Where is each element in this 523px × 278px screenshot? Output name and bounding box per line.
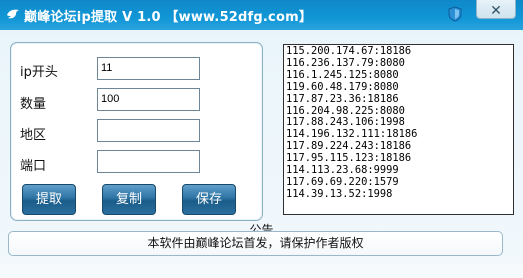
title-bar[interactable]: 巅峰论坛ip提取 V 1.0 【www.52dfg.com】 ✕ [0, 0, 523, 30]
output-line: 114.39.13.52:1998 [286, 187, 393, 200]
app-window: 巅峰论坛ip提取 V 1.0 【www.52dfg.com】 ✕ ip开头 11… [0, 0, 523, 278]
bird-icon [7, 9, 19, 19]
output-line: 117.87.23.36:18186 [286, 92, 399, 105]
close-icon: ✕ [490, 3, 502, 19]
ip-prefix-label: ip开头 [20, 65, 58, 80]
notice-box: 本软件由巅峰论坛首发，请保护作者版权 [8, 231, 503, 256]
close-button[interactable]: ✕ [476, 0, 516, 19]
region-input[interactable] [97, 119, 200, 142]
count-input[interactable]: 100 [97, 88, 200, 111]
output-line: 119.60.48.179:8080 [286, 80, 399, 93]
count-label: 数量 [20, 97, 47, 112]
extract-button[interactable]: 提取 [22, 184, 76, 215]
output-line: 116.1.245.125:8080 [286, 68, 399, 81]
shield-icon[interactable] [448, 6, 462, 22]
port-input[interactable] [97, 150, 200, 173]
copy-button[interactable]: 复制 [102, 184, 156, 215]
window-bottom-strip [0, 264, 523, 278]
save-button[interactable]: 保存 [182, 184, 236, 215]
ip-output-textarea[interactable]: 115.200.174.67:18186 116.236.137.79:8080 1… [283, 44, 514, 215]
port-label: 端口 [20, 159, 47, 174]
region-label: 地区 [20, 128, 47, 143]
ip-prefix-input[interactable]: 11 [97, 57, 200, 80]
window-title: 巅峰论坛ip提取 V 1.0 【www.52dfg.com】 [24, 10, 313, 25]
